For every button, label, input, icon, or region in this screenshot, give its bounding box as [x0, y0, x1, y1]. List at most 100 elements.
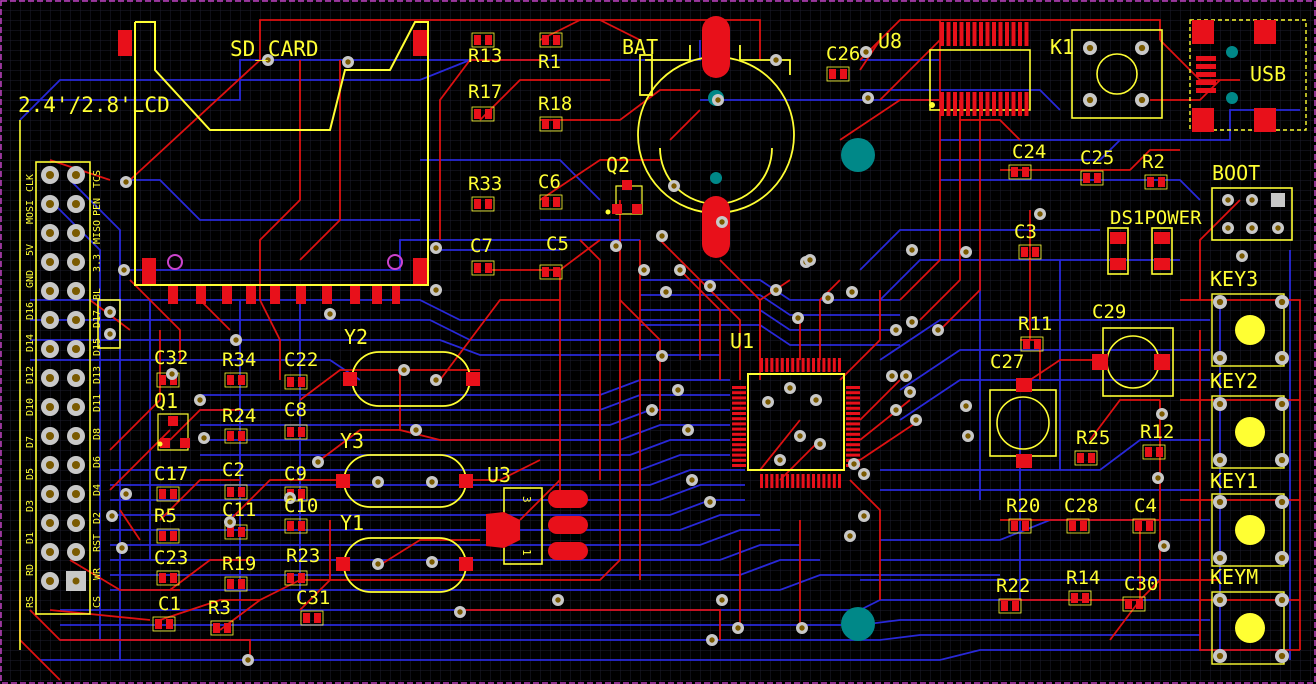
smd-pad — [287, 377, 294, 387]
u8-pad — [1024, 92, 1029, 116]
u8-pad — [979, 22, 983, 46]
u1-pad — [846, 401, 860, 405]
via-hole — [677, 267, 683, 273]
u1-pad — [822, 474, 826, 488]
label-c28: C28 — [1064, 495, 1098, 517]
smd-pad — [553, 35, 560, 45]
label-r23: R23 — [286, 545, 320, 567]
label-r22: R22 — [996, 575, 1030, 597]
via-hole — [649, 407, 655, 413]
lcd-pin-label: RD — [25, 564, 36, 576]
label-y1: Y1 — [340, 511, 364, 535]
key-cap — [1235, 315, 1265, 345]
u8-pad — [959, 92, 964, 116]
label-c24: C24 — [1012, 141, 1046, 163]
via-hole — [45, 576, 55, 586]
smd-pad — [238, 375, 245, 385]
u1-pad — [846, 453, 860, 457]
via-hole — [709, 637, 715, 643]
smd-pad — [1080, 521, 1087, 531]
smd-pad — [474, 263, 481, 273]
grid — [0, 0, 1316, 684]
key-cap — [1235, 417, 1265, 447]
pcb-canvas: SD_CARD 2.4'/2.8'LCD BAT USB BOOT DS1POW… — [0, 0, 1316, 684]
smd-pad — [1069, 521, 1076, 531]
label-c32: C32 — [154, 347, 188, 369]
u8-pad — [998, 92, 1003, 116]
via-hole — [121, 267, 127, 273]
via-hole — [433, 245, 439, 251]
via-hole — [799, 625, 805, 631]
label-c29: C29 — [1092, 301, 1126, 323]
boot-pin-square — [1271, 193, 1285, 207]
via-hole — [1216, 456, 1224, 464]
via-hole — [797, 433, 803, 439]
smd-pad — [170, 531, 177, 541]
via-hole — [457, 609, 463, 615]
via-hole — [671, 183, 677, 189]
via-hole — [613, 243, 619, 249]
u1-pad — [827, 358, 831, 372]
label-c4: C4 — [1134, 495, 1157, 517]
via-hole — [71, 344, 81, 354]
via-hole — [197, 397, 203, 403]
via-hole — [1159, 411, 1165, 417]
u1-pad — [780, 474, 784, 488]
lcd-pin-label: 5V — [25, 244, 36, 256]
label-u3-pin3: 3 — [520, 496, 533, 503]
smd-pad — [485, 199, 492, 209]
lcd-pin-label: D7 — [25, 436, 36, 448]
smd-pad — [474, 35, 481, 45]
u1-pad — [732, 438, 746, 441]
u1-pad — [838, 358, 841, 372]
u1-pad — [732, 391, 746, 395]
label-lcd: 2.4'/2.8'LCD — [18, 93, 170, 117]
via-hole — [201, 435, 207, 441]
via-hole — [45, 199, 55, 209]
u8-pad — [946, 92, 951, 116]
smd-pad — [303, 613, 310, 623]
via-hole — [1161, 543, 1167, 549]
u8-pad — [1018, 92, 1022, 116]
u1-pad — [732, 422, 746, 426]
lcd-pin-label: RST — [92, 534, 103, 552]
via-hole — [107, 309, 113, 315]
label-c26: C26 — [826, 43, 860, 65]
u1-pad — [775, 474, 779, 488]
via-hole — [795, 315, 801, 321]
u1-pad — [846, 422, 860, 426]
via-hole — [719, 597, 725, 603]
smd-pad — [298, 377, 305, 387]
u1-pad — [732, 412, 746, 415]
smd-pad — [159, 531, 166, 541]
u8-pad — [1018, 22, 1022, 46]
label-c6: C6 — [538, 171, 561, 193]
u1-pad — [732, 417, 746, 421]
u8-pad — [959, 22, 964, 46]
via-hole — [45, 431, 55, 441]
u1-pad — [822, 358, 826, 372]
smd-pad — [227, 431, 234, 441]
label-r13: R13 — [468, 45, 502, 67]
u1-pad — [817, 474, 821, 488]
via-hole — [813, 397, 819, 403]
u1-pad — [786, 358, 789, 372]
via-hole — [71, 489, 81, 499]
smd-pad — [227, 579, 234, 589]
smd-pad — [287, 521, 294, 531]
via-hole — [685, 427, 691, 433]
smd-pad — [1032, 247, 1039, 257]
u8-pad — [1011, 22, 1016, 46]
via-hole — [555, 597, 561, 603]
u1-pad — [812, 474, 815, 488]
lcd-pin-label: CS — [92, 596, 103, 608]
smd-pad — [298, 427, 305, 437]
via-hole — [861, 513, 867, 519]
smd-pad — [553, 267, 560, 277]
label-u3-pin1: 1 — [520, 549, 533, 556]
u1-pad — [812, 358, 815, 372]
u1-pad — [732, 453, 746, 457]
via-hole — [715, 97, 721, 103]
via-hole — [327, 311, 333, 317]
via-hole — [233, 337, 239, 343]
